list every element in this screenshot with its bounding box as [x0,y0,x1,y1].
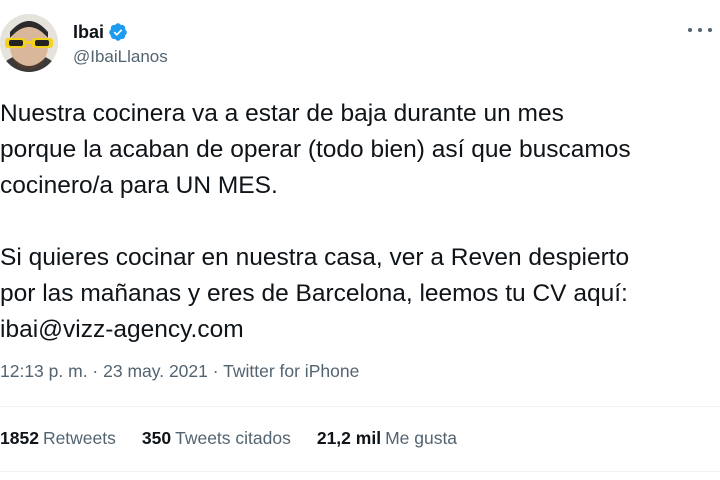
tweet-time[interactable]: 12:13 p. m. [0,361,88,381]
display-name[interactable]: Ibai [73,22,104,43]
tweet-text: Nuestra cocinera va a estar de baja dura… [0,96,718,348]
meta-separator: · [207,361,224,381]
likes-label: Me gusta [385,428,458,448]
tweet-text-line: Si quieres cocinar en nuestra casa, ver … [0,244,630,271]
quotes-label: Tweets citados [175,428,291,448]
avatar[interactable] [0,14,58,72]
user-handle[interactable]: @IbaiLlanos [73,47,168,67]
divider [0,471,720,472]
more-dot [698,28,702,32]
retweets-label: Retweets [42,428,116,448]
retweets-stat[interactable]: 1852 Retweets [0,428,116,449]
likes-count: 21,2 mil [316,428,382,448]
name-row: Ibai [73,20,128,44]
verified-badge-icon [108,22,128,42]
tweet-stats: 1852 Retweets 350 Tweets citados 21,2 mil M… [0,428,483,449]
quotes-stat[interactable]: 350 Tweets citados [142,428,291,449]
divider [0,406,720,407]
tweet-text-line: cocinero/a para UN MES. [0,172,278,199]
tweet-text-line: Nuestra cocinera va a estar de baja dura… [0,100,564,127]
tweet-text-line: por las mañanas y eres de Barcelona, lee… [0,280,628,307]
more-dot [708,28,712,32]
avatar-with-sunglasses-icon [0,14,58,72]
tweet-source[interactable]: Twitter for iPhone [223,361,359,381]
tweet-card: Ibai @IbaiLlanos Nuestra cocinera va a e… [0,0,720,480]
likes-stat[interactable]: 21,2 mil Me gusta [317,428,457,449]
tweet-meta: 12:13 p. m. · 23 may. 2021 · Twitter for… [0,361,359,382]
more-horizontal-icon[interactable] [688,22,712,38]
more-dot [688,28,692,32]
meta-separator: · [87,361,104,381]
quotes-count: 350 [141,428,172,448]
retweets-count: 1852 [0,428,39,448]
tweet-date[interactable]: 23 may. 2021 [103,361,208,381]
tweet-email-line: ibai@vizz-agency.com [0,316,244,343]
tweet-text-line: porque la acaban de operar (todo bien) a… [0,136,631,163]
